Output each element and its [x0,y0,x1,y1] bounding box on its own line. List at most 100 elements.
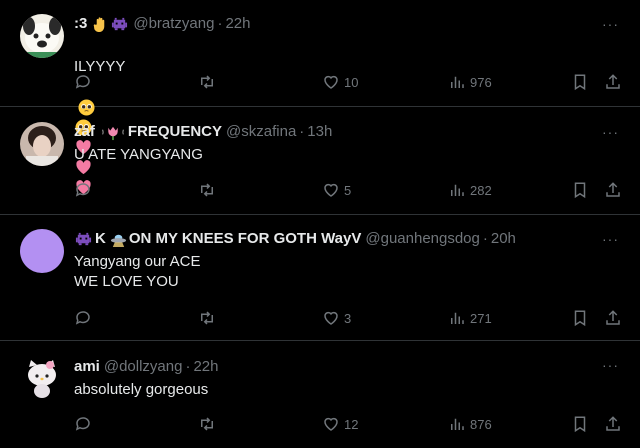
view-count: 282 [470,182,492,198]
reply-button[interactable] [74,181,92,199]
bookmark-button[interactable] [571,415,589,433]
share-icon [606,182,620,197]
retweet-button[interactable] [198,309,216,327]
retweet-button[interactable] [198,415,216,433]
tweet[interactable]: :3 @bratzyang · 22h ILYYYY ··· 10 976 [0,0,640,194]
like-count: 3 [344,310,352,326]
display-name-suffix[interactable]: ON MY KNEES FOR GOTH WayV [129,229,362,249]
separator-dot: · [482,230,488,247]
share-button[interactable] [604,181,622,199]
alien-monster-icon [111,16,128,33]
timestamp[interactable]: 22h [225,14,250,34]
tweet-header: zaf FREQUENCY @skzafina · 13h [74,121,596,143]
reply-icon [75,311,90,325]
views-icon [451,184,464,196]
views-button[interactable]: 976 [448,73,492,91]
display-name-suffix[interactable]: FREQUENCY [128,122,222,142]
bookmark-icon [574,182,586,199]
handle[interactable]: @bratzyang [133,14,214,34]
reply-icon [75,183,90,197]
reply-icon [75,75,90,89]
tweet-text: U ATE YANGYANG [74,146,203,163]
view-count: 976 [470,74,492,90]
tweet-text: absolutely gorgeous [74,381,209,398]
display-name[interactable]: K [95,229,106,249]
retweet-icon [201,75,213,89]
more-options-icon[interactable]: ··· [602,231,622,247]
like-count: 10 [344,74,359,90]
like-count: 12 [344,416,359,432]
like-button[interactable]: 5 [322,181,351,199]
separator-dot: · [299,123,305,140]
more-options-icon[interactable]: ··· [602,124,622,140]
like-button[interactable]: 3 [322,309,351,327]
avatar[interactable] [20,229,64,273]
views-icon [451,418,464,430]
like-count: 5 [344,182,352,198]
share-icon [606,416,620,431]
tweet-header: :3 @bratzyang · 22h [74,13,596,35]
share-button[interactable] [604,309,622,327]
reply-button[interactable] [74,415,92,433]
tweet-actions: 10 976 [74,71,634,93]
bookmark-button[interactable] [571,309,589,327]
avatar[interactable] [20,355,64,399]
bookmark-icon [574,310,586,327]
retweet-button[interactable] [198,181,216,199]
display-name[interactable]: :3 [74,14,87,34]
timestamp[interactable]: 22h [193,357,218,377]
reply-icon [75,417,90,431]
view-count: 271 [470,310,492,326]
tweet-header: K ON MY KNEES FOR GOTH WayV @guanhengsdo… [74,228,596,250]
separator-dot: · [217,15,223,32]
views-icon [451,76,464,88]
alien-monster-icon [75,231,92,248]
tweet-header: ami @dollzyang · 22h [74,356,596,378]
tweet-actions: 3 271 [74,307,634,329]
handle[interactable]: @dollzyang [104,357,183,377]
share-icon [606,310,620,325]
share-icon [606,74,620,89]
tweet-actions: 12 876 [74,413,634,435]
retweet-icon [201,183,213,197]
like-button[interactable]: 10 [322,73,358,91]
reply-button[interactable] [74,73,92,91]
raised-hand-icon [92,16,109,33]
heart-icon [324,75,338,89]
share-button[interactable] [604,415,622,433]
tulip-icon [99,124,127,141]
separator-dot: · [185,358,191,375]
retweet-icon [201,417,213,431]
reply-button[interactable] [74,309,92,327]
more-options-icon[interactable]: ··· [602,357,622,373]
timestamp[interactable]: 13h [307,122,332,142]
ufo-icon [110,231,127,248]
retweet-icon [201,311,213,325]
views-button[interactable]: 282 [448,181,492,199]
bookmark-button[interactable] [571,181,589,199]
heart-icon [324,311,338,325]
like-button[interactable]: 12 [322,415,358,433]
views-button[interactable]: 876 [448,415,492,433]
avatar[interactable] [20,14,64,58]
view-count: 876 [470,416,492,432]
avatar[interactable] [20,122,64,166]
heart-icon [324,417,338,431]
timestamp[interactable]: 20h [491,229,516,249]
heart-icon [324,183,338,197]
tweet-text: Yangyang our ACE WE LOVE YOU [74,253,201,290]
bookmark-icon [574,416,586,433]
handle[interactable]: @skzafina [226,122,296,142]
handle[interactable]: @guanhengsdog [365,229,480,249]
bookmark-button[interactable] [571,73,589,91]
retweet-button[interactable] [198,73,216,91]
display-name[interactable]: zaf [74,122,95,142]
display-name[interactable]: ami [74,357,100,377]
views-icon [451,312,464,324]
bookmark-icon [574,74,586,91]
views-button[interactable]: 271 [448,309,492,327]
reply-feed: :3 @bratzyang · 22h ILYYYY ··· 10 976 za… [0,0,640,448]
more-options-icon[interactable]: ··· [602,16,622,32]
share-button[interactable] [604,73,622,91]
tweet-actions: 5 282 [74,179,634,201]
